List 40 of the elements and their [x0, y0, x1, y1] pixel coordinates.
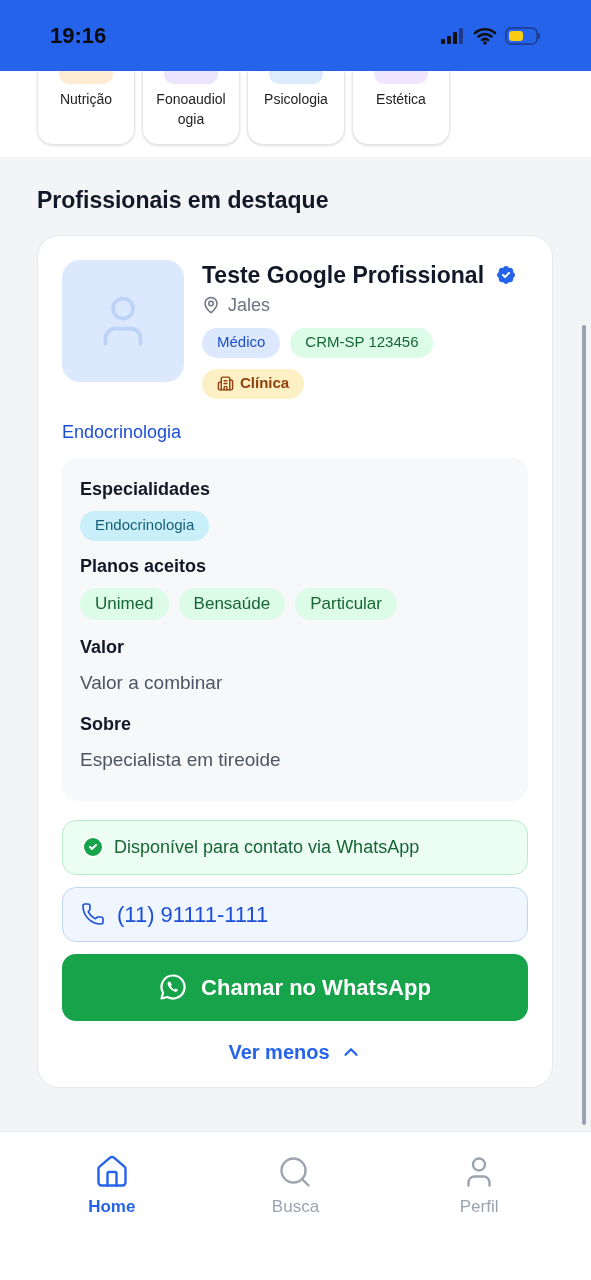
building-icon	[217, 375, 234, 392]
professional-name: Teste Google Profissional	[202, 260, 485, 290]
phone-number: (11) 91111-1111	[117, 900, 269, 929]
location-pin-icon	[202, 296, 220, 314]
whatsapp-icon	[159, 973, 188, 1001]
toggle-details-link[interactable]: Ver menos	[228, 1036, 362, 1067]
nav-tab[interactable]: Home	[61, 1154, 162, 1220]
section-title: Profissionais em destaque	[37, 186, 330, 215]
category-label: Psicologia	[263, 90, 329, 109]
category-card[interactable]: Fonoaudiologia	[142, 71, 240, 145]
category-label: Estética	[375, 90, 427, 109]
whatsapp-button[interactable]: Chamar no WhatsApp	[62, 953, 528, 1021]
category-card[interactable]: Psicologia	[247, 71, 345, 145]
availability-text: Disponível para contato via WhatsApp	[114, 835, 420, 859]
signal-icon	[441, 27, 465, 44]
details-heading: Especialidades	[80, 477, 212, 501]
wifi-icon	[473, 26, 497, 45]
about-text: Especialista em tireoide	[80, 748, 282, 772]
plan-pill: Bensaúde	[178, 587, 286, 620]
details-heading: Valor	[80, 635, 126, 659]
phone-icon	[81, 902, 105, 926]
tag-pill: Médico	[202, 327, 281, 358]
details-heading: Sobre	[80, 713, 132, 736]
category-card[interactable]: Nutrição	[37, 71, 135, 145]
location-text: Jales	[228, 293, 271, 317]
tag-pill: CRM-SP 123456	[290, 327, 434, 358]
tag-pill: Clínica	[202, 368, 305, 399]
category-label: Fonoaudiologia	[155, 90, 227, 129]
plan-pill: Unimed	[80, 587, 169, 620]
battery-icon	[505, 26, 541, 45]
category-card[interactable]: Estética	[352, 71, 450, 145]
price-text: Valor a combinar	[80, 670, 224, 695]
status-time: 19:16	[50, 22, 107, 50]
category-label: Nutrição	[58, 90, 114, 109]
plan-pill: Particular	[295, 587, 397, 620]
specialty-pill: Endocrinologia	[80, 510, 210, 541]
check-circle-icon	[81, 835, 105, 859]
main-specialty: Endocrinologia	[62, 420, 183, 444]
phone-number-box[interactable]: (11) 91111-1111	[62, 886, 528, 942]
details-heading: Planos aceitos	[80, 554, 208, 578]
